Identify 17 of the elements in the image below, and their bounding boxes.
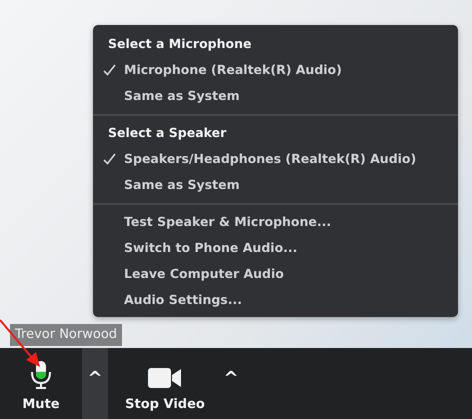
participant-name: Trevor Norwood	[10, 324, 122, 346]
menu-item[interactable]: Microphone (Realtek(R) Audio)	[93, 57, 458, 83]
menu-heading: Select a Speaker	[107, 124, 228, 142]
menu-heading: Select a Microphone	[107, 35, 252, 53]
menu-item[interactable]: Speakers/Headphones (Realtek(R) Audio)	[93, 146, 458, 172]
mute-button[interactable]: Mute	[0, 348, 82, 419]
menu-item[interactable]: Switch to Phone Audio...	[93, 235, 458, 261]
microphone-icon	[30, 360, 52, 390]
audio-options-caret[interactable]: ^	[82, 348, 108, 419]
menu-item[interactable]: Same as System	[93, 83, 458, 109]
video-options-caret[interactable]: ^	[218, 348, 244, 419]
stop-video-button[interactable]: Stop Video	[112, 348, 218, 419]
menu-item[interactable]: Leave Computer Audio	[93, 261, 458, 287]
menu-item[interactable]: Audio Settings...	[93, 287, 458, 313]
menu-item[interactable]: Same as System	[93, 172, 458, 198]
menu-item[interactable]: Test Speaker & Microphone...	[93, 209, 458, 235]
video-camera-icon	[147, 366, 183, 390]
